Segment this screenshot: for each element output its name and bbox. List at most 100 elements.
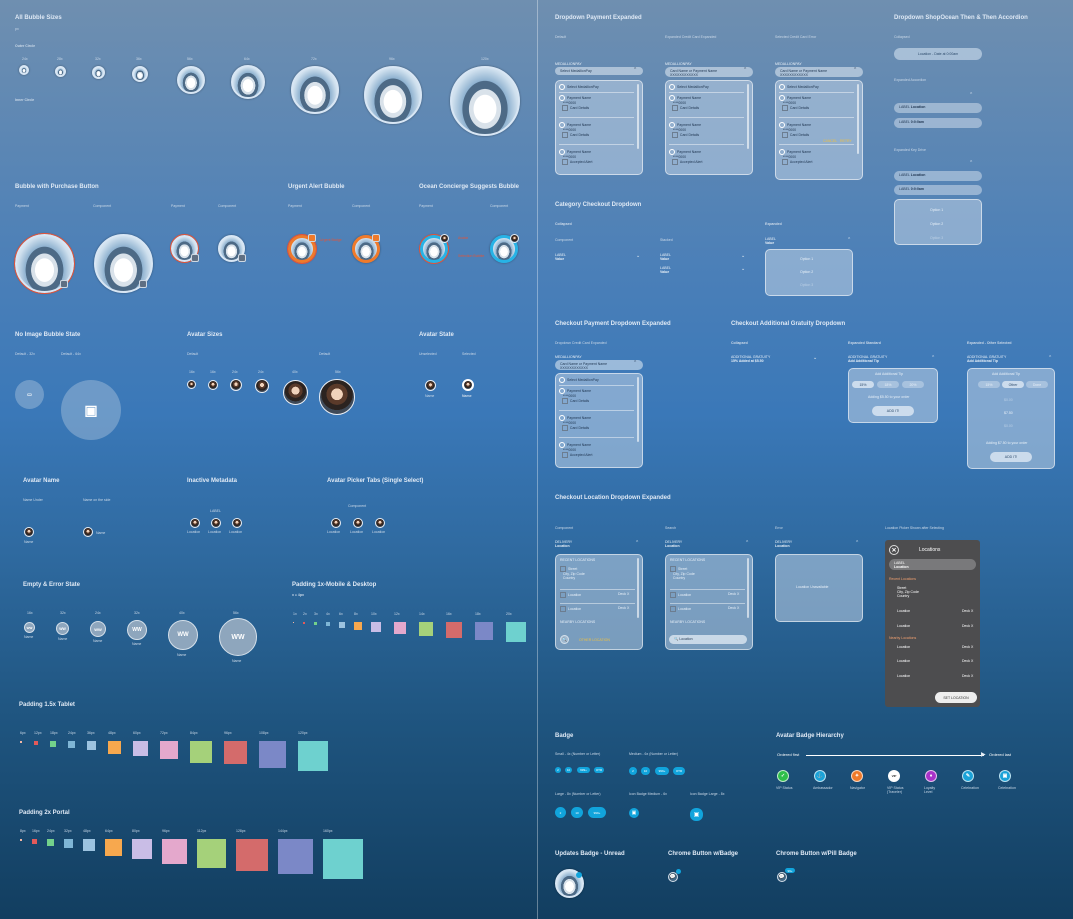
option[interactable]: Option 1 bbox=[930, 208, 943, 212]
address-row[interactable]: Street City, Zip Code Country bbox=[560, 566, 585, 580]
bubble-120[interactable] bbox=[450, 66, 520, 136]
add-it-button[interactable]: ADD IT! bbox=[872, 406, 914, 416]
bubble-96[interactable] bbox=[364, 66, 422, 124]
location-row[interactable]: Location bbox=[560, 606, 581, 612]
payment-option[interactable]: Payment Name ****0000 Accepted Alert bbox=[779, 149, 813, 165]
modal-loc-row[interactable]: Location bbox=[897, 624, 910, 628]
avatar[interactable] bbox=[230, 379, 242, 391]
avatar[interactable] bbox=[24, 527, 34, 537]
chevron-up-icon[interactable]: ⌃ bbox=[743, 67, 747, 73]
chevron-up-icon[interactable]: ⌃ bbox=[853, 67, 857, 73]
location-field[interactable]: DELIVERY Location bbox=[775, 540, 792, 548]
avatar[interactable] bbox=[187, 380, 196, 389]
avatar-selected[interactable] bbox=[462, 379, 474, 391]
scrollbar[interactable] bbox=[857, 84, 859, 154]
chevron-up-icon[interactable]: ⌃ bbox=[745, 540, 749, 546]
purchase-button[interactable] bbox=[191, 254, 199, 262]
location-row[interactable]: Location bbox=[670, 592, 691, 598]
chat-icon[interactable]: 💬 bbox=[777, 872, 787, 882]
chevron-up-icon[interactable]: ⌃ bbox=[633, 67, 637, 73]
modal-loc-row[interactable]: Location bbox=[897, 659, 910, 663]
location-row[interactable]: Location bbox=[670, 606, 691, 612]
payment-option[interactable]: Payment Name ****0000 Accepted Alert bbox=[559, 149, 593, 165]
chevron-up-icon[interactable]: ⌃ bbox=[931, 355, 935, 361]
category-field[interactable]: LABEL Value bbox=[765, 237, 776, 245]
payment-select[interactable]: Card Name or Payment Name XXXXXXXXXXXX bbox=[555, 360, 643, 370]
address-row[interactable]: Street City, Zip Code Country bbox=[670, 566, 695, 580]
avatar[interactable] bbox=[255, 379, 269, 393]
avatar-tab[interactable] bbox=[375, 518, 385, 528]
avatar-unselected[interactable] bbox=[425, 380, 436, 391]
chevron-up-icon[interactable]: ⌃ bbox=[847, 237, 851, 243]
avatar[interactable] bbox=[283, 380, 308, 405]
gratuity-field[interactable]: ADDITIONAL GRATUITY Add Additional Tip bbox=[848, 355, 887, 363]
accordion-field[interactable]: LABEL 0:0:0am bbox=[894, 118, 982, 128]
option[interactable]: Option 3 bbox=[800, 283, 813, 287]
scrollbar[interactable] bbox=[637, 84, 639, 149]
payment-option[interactable]: Payment Name ****0000 Card Details bbox=[669, 95, 701, 111]
modal-loc-row[interactable]: Location bbox=[897, 645, 910, 649]
scrollbar[interactable] bbox=[637, 377, 639, 442]
bubble-36[interactable] bbox=[132, 66, 148, 82]
tip-chip[interactable]: Other bbox=[1002, 381, 1024, 388]
add-it-button[interactable]: ADD IT! bbox=[990, 452, 1032, 462]
cancel-action[interactable]: CANCEL bbox=[823, 139, 837, 143]
initials-avatar[interactable]: WW bbox=[56, 622, 69, 635]
avatar[interactable] bbox=[211, 518, 221, 528]
other-location-link[interactable]: OTHER LOCATION bbox=[579, 638, 610, 642]
tip-amount[interactable]: $0.00 bbox=[1004, 398, 1013, 402]
payment-option[interactable]: Payment Name ****0000 Card Details bbox=[559, 415, 591, 431]
avatar-tab[interactable] bbox=[331, 518, 341, 528]
search-icon[interactable]: 🔍 bbox=[560, 635, 569, 644]
payment-option[interactable]: Select MedallionPay bbox=[559, 84, 599, 90]
modal-loc-row[interactable]: Location bbox=[897, 674, 910, 678]
bubble-32[interactable] bbox=[92, 66, 105, 79]
avatar[interactable] bbox=[319, 379, 355, 415]
location-search-input[interactable]: 🔍 Location bbox=[669, 635, 747, 644]
payment-select[interactable]: Card Name or Payment Name XXXXXXXXXXXX bbox=[775, 67, 863, 77]
modal-location-field[interactable]: LABEL Location bbox=[889, 559, 976, 570]
chevron-up-icon[interactable]: ⌃ bbox=[969, 92, 973, 98]
scrollbar[interactable] bbox=[637, 558, 639, 618]
tip-chip[interactable]: Done bbox=[1026, 381, 1048, 388]
bubble-56[interactable] bbox=[177, 66, 205, 94]
scrollbar[interactable] bbox=[747, 558, 749, 618]
scrollbar[interactable] bbox=[747, 84, 749, 149]
payment-option[interactable]: Payment Name ****0000 Card Details bbox=[779, 122, 811, 138]
chevron-down-icon[interactable]: ⌄ bbox=[636, 253, 640, 259]
chevron-up-icon[interactable]: ⌃ bbox=[855, 540, 859, 546]
option[interactable]: Option 2 bbox=[800, 270, 813, 274]
payment-option[interactable]: Select MedallionPay bbox=[559, 377, 599, 383]
bubble-72[interactable] bbox=[291, 66, 339, 114]
gratuity-field[interactable]: ADDITIONAL GRATUITY 15% Added at $5.50 bbox=[731, 355, 770, 363]
accordion-field[interactable]: LABEL Location bbox=[894, 171, 982, 181]
accordion-field[interactable]: LABEL 0:0:0am bbox=[894, 185, 982, 195]
option[interactable]: Option 3 bbox=[930, 236, 943, 240]
gratuity-field[interactable]: ADDITIONAL GRATUITY Add Additional Tip bbox=[967, 355, 1006, 363]
avatar-tab[interactable] bbox=[353, 518, 363, 528]
initials-avatar[interactable]: WW bbox=[24, 622, 35, 633]
avatar[interactable] bbox=[232, 518, 242, 528]
payment-option[interactable]: Select MedallionPay bbox=[779, 84, 819, 90]
initials-avatar[interactable]: WW bbox=[90, 621, 106, 637]
tip-chip[interactable]: 20% bbox=[902, 381, 924, 388]
purchase-button[interactable] bbox=[139, 280, 147, 288]
chevron-up-icon[interactable]: ⌃ bbox=[635, 540, 639, 546]
avatar[interactable] bbox=[83, 527, 93, 537]
category-field[interactable]: LABEL Value bbox=[660, 253, 671, 261]
modal-address[interactable]: Street City, Zip Code Country bbox=[897, 586, 919, 598]
retry-action[interactable]: RETRY bbox=[840, 139, 852, 143]
bubble-64[interactable] bbox=[231, 65, 265, 99]
initials-avatar[interactable]: WW bbox=[219, 618, 257, 656]
bubble-28[interactable] bbox=[55, 66, 66, 77]
chevron-up-icon[interactable]: ⌃ bbox=[1048, 355, 1052, 361]
chevron-up-icon[interactable]: ⌃ bbox=[633, 360, 637, 366]
payment-option[interactable]: Select MedallionPay bbox=[669, 84, 709, 90]
accordion-field[interactable]: LABEL Location bbox=[894, 103, 982, 113]
tip-chip[interactable]: 15% bbox=[852, 381, 874, 388]
payment-option[interactable]: Payment Name ****0000 Card Details bbox=[669, 122, 701, 138]
modal-loc-row[interactable]: Location bbox=[897, 609, 910, 613]
chevron-down-icon[interactable]: ⌄ bbox=[813, 355, 817, 361]
location-field[interactable]: DELIVERY Location bbox=[555, 540, 572, 548]
payment-option[interactable]: Payment Name ****0000 Card Details bbox=[559, 95, 591, 111]
